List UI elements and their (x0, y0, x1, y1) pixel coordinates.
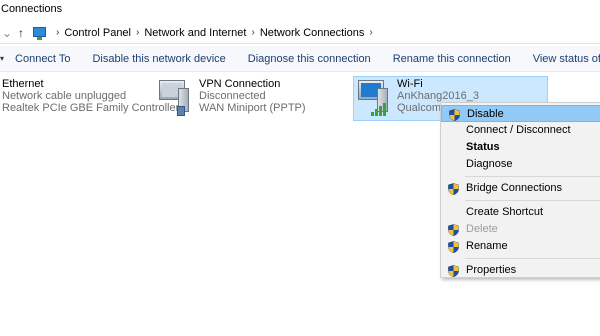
view-status-button[interactable]: View status of this connection (522, 53, 600, 65)
connection-vpn[interactable]: VPN Connection Disconnected WAN Miniport… (157, 76, 337, 120)
breadcrumb-control-panel[interactable]: Control Panel (64, 27, 131, 39)
menu-separator (465, 176, 600, 177)
diagnose-connection-button[interactable]: Diagnose this connection (237, 53, 382, 65)
menu-item-label: Create Shortcut (466, 206, 544, 218)
menu-separator (465, 258, 600, 259)
connection-status: AnKhang2016_3 (397, 90, 479, 102)
chevron-right-icon[interactable]: › (246, 27, 259, 38)
chevron-right-icon[interactable]: › (364, 27, 377, 38)
menu-item-connect-disconnect[interactable]: Connect / Disconnect (441, 122, 600, 139)
connection-status: Network cable unplugged (2, 90, 127, 102)
wifi-signal-icon (371, 102, 389, 116)
menu-item-label: Bridge Connections (466, 182, 563, 194)
shield-icon (448, 265, 459, 277)
rename-connection-button[interactable]: Rename this connection (382, 53, 522, 65)
connection-device: Realtek PCIe GBE Family Controller (2, 102, 180, 114)
disable-device-button[interactable]: Disable this network device (81, 53, 236, 65)
menu-item-create-shortcut[interactable]: Create Shortcut (441, 204, 600, 221)
menu-item-label: Connect / Disconnect (466, 124, 571, 136)
connection-name: Ethernet (2, 78, 44, 90)
up-arrow-icon[interactable]: ↑ (14, 23, 28, 43)
chevron-right-icon[interactable]: › (131, 27, 144, 38)
connection-name: Wi-Fi (397, 78, 423, 90)
context-menu: Disable Connect / Disconnect Status Diag… (440, 102, 600, 278)
menu-item-label: Diagnose (466, 158, 513, 170)
menu-item-delete[interactable]: Delete (441, 221, 600, 238)
menu-item-label: Properties (466, 264, 517, 276)
control-panel-icon (32, 25, 48, 41)
vpn-computer-icon (157, 78, 193, 118)
menu-item-label: Rename (466, 240, 508, 252)
connection-name: VPN Connection (199, 78, 281, 90)
connection-status: Disconnected (199, 90, 266, 102)
window-title: Connections (1, 3, 63, 15)
breadcrumb-network-and-internet[interactable]: Network and Internet (144, 27, 246, 39)
chevron-down-icon[interactable]: ⌄ (0, 23, 14, 43)
connection-device: WAN Miniport (PPTP) (199, 102, 306, 114)
menu-item-diagnose[interactable]: Diagnose (441, 156, 600, 173)
menu-item-disable[interactable]: Disable (441, 105, 600, 122)
menu-item-label: Delete (466, 223, 498, 235)
breadcrumb-network-connections[interactable]: Network Connections (260, 27, 365, 39)
menu-item-bridge-connections[interactable]: Bridge Connections (441, 180, 600, 197)
menu-item-properties[interactable]: Properties (441, 262, 600, 279)
shield-icon (448, 241, 459, 253)
connect-to-button[interactable]: Connect To (4, 53, 81, 65)
menu-separator (465, 200, 600, 201)
menu-item-status[interactable]: Status (441, 139, 600, 156)
shield-icon (448, 224, 459, 236)
menu-item-label: Status (466, 141, 500, 153)
address-bar: ⌄ ↑ › Control Panel › Network and Intern… (0, 22, 600, 44)
menu-item-rename[interactable]: Rename (441, 238, 600, 255)
shield-icon (449, 109, 460, 121)
command-toolbar: ▾ Connect To Disable this network device… (0, 46, 600, 72)
connection-ethernet[interactable]: Ethernet Network cable unplugged Realtek… (0, 76, 179, 120)
menu-item-label: Disable (467, 108, 504, 120)
chevron-right-icon[interactable]: › (51, 27, 64, 38)
shield-icon (448, 183, 459, 195)
